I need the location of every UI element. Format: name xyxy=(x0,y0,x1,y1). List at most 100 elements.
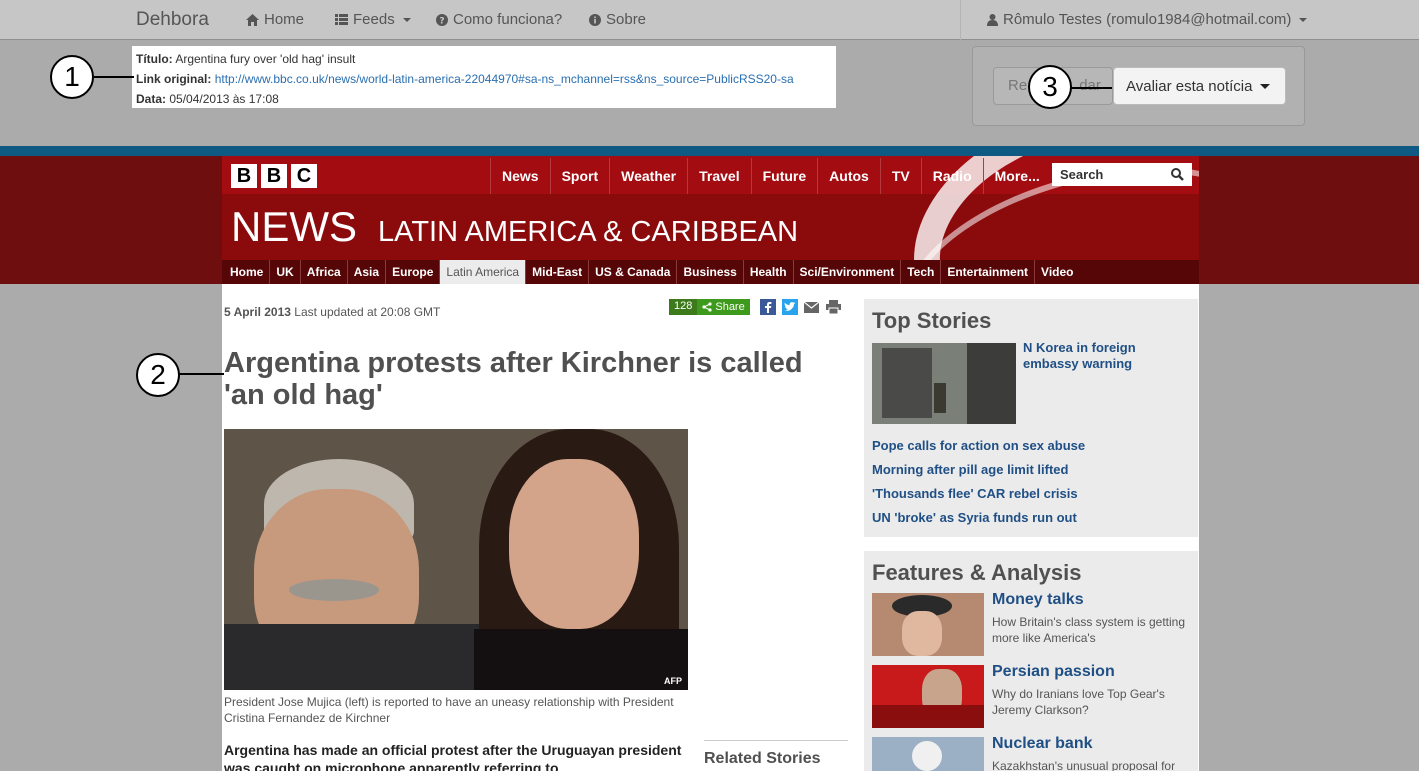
article-lead: Argentina has made an official protest a… xyxy=(224,742,682,771)
callout-1-line xyxy=(94,76,134,78)
section-health[interactable]: Health xyxy=(742,260,793,284)
chevron-down-icon xyxy=(1299,17,1308,22)
feature-title-link[interactable]: Persian passion xyxy=(992,663,1115,681)
user-name: Rômulo Testes (romulo1984@hotmail.com) xyxy=(1003,11,1292,28)
read-button-label-tail: dar xyxy=(1079,77,1101,94)
feature-title-link[interactable]: Nuclear bank xyxy=(992,735,1092,753)
rate-button-label: Avaliar esta notícia xyxy=(1126,77,1253,95)
section-us-canada[interactable]: US & Canada xyxy=(588,260,676,284)
callout-3: 3 xyxy=(1028,65,1072,109)
bbc-nav-weather[interactable]: Weather xyxy=(609,158,687,194)
nav-about[interactable]: Sobre xyxy=(589,11,646,28)
article-updated: Last updated at 20:08 GMT xyxy=(294,305,441,319)
feature-thumbnail[interactable] xyxy=(872,665,984,728)
twitter-icon[interactable] xyxy=(781,299,798,315)
nav-about-label: Sobre xyxy=(606,11,647,28)
top-story-link[interactable]: Pope calls for action on sex abuse xyxy=(872,438,1085,453)
share-icon xyxy=(702,302,712,312)
app-brand[interactable]: Dehbora xyxy=(136,9,209,31)
nav-home[interactable]: Home xyxy=(246,11,304,28)
top-stories-title: Top Stories xyxy=(872,308,992,333)
bbc-logo-letter: B xyxy=(261,164,287,188)
feature-description: How Britain's class system is getting mo… xyxy=(992,615,1186,645)
thumb-soldier xyxy=(934,383,946,413)
share-button[interactable]: Share xyxy=(697,299,750,315)
nav-how-it-works[interactable]: ? Como funciona? xyxy=(436,11,562,28)
user-icon xyxy=(987,13,998,26)
bbc-logo-letter: C xyxy=(291,164,317,188)
svg-text:?: ? xyxy=(439,16,444,26)
feature-thumbnail[interactable] xyxy=(872,593,984,656)
meta-date-row: Data: 05/04/2013 às 17:08 xyxy=(136,89,832,109)
bbc-nav-news[interactable]: News xyxy=(490,158,550,194)
chevron-down-icon xyxy=(402,17,411,22)
photo-credit: AFP xyxy=(664,676,682,686)
nav-how-label: Como funciona? xyxy=(453,11,563,28)
meta-date-value: 05/04/2013 às 17:08 xyxy=(169,92,279,106)
feature-thumbnail[interactable] xyxy=(872,737,984,771)
section-latin-america[interactable]: Latin America xyxy=(439,260,526,284)
bbc-nav-more[interactable]: More... xyxy=(982,158,1051,194)
feature-title-link[interactable]: Money talks xyxy=(992,591,1084,609)
nav-feeds[interactable]: Feeds xyxy=(335,11,411,28)
section-entertainment[interactable]: Entertainment xyxy=(940,260,1034,284)
search-icon[interactable] xyxy=(1171,168,1184,181)
top-story-link[interactable]: 'Thousands flee' CAR rebel crisis xyxy=(872,486,1078,501)
article-metadata: Título: Argentina fury over 'old hag' in… xyxy=(132,46,836,108)
app-navbar: Dehbora Home Feeds ? Como funciona? Sobr… xyxy=(0,0,1419,40)
meta-link-row: Link original: http://www.bbc.co.uk/news… xyxy=(136,69,832,89)
rating-panel: Re dar Avaliar esta notícia xyxy=(972,46,1305,126)
section-mid-east[interactable]: Mid-East xyxy=(525,260,588,284)
bbc-nav-future[interactable]: Future xyxy=(750,158,818,194)
section-video[interactable]: Video xyxy=(1034,260,1079,284)
thumb-tree xyxy=(882,348,932,418)
top-story-lead-link[interactable]: N Korea in foreign embassy warning xyxy=(1023,340,1183,372)
top-story-link[interactable]: Morning after pill age limit lifted xyxy=(872,462,1068,477)
navbar-divider xyxy=(960,0,961,40)
bbc-nav-radio[interactable]: Radio xyxy=(920,158,983,194)
section-home[interactable]: Home xyxy=(224,260,269,284)
article-photo: AFP xyxy=(224,429,688,690)
info-icon xyxy=(589,13,601,26)
callout-1: 1 xyxy=(50,55,94,99)
share-widget[interactable]: 128 Share xyxy=(669,299,750,315)
callout-3-line xyxy=(1070,87,1112,89)
meta-title-label: Título: xyxy=(136,52,173,66)
top-story-thumbnail[interactable] xyxy=(872,343,1016,424)
section-sci-environment[interactable]: Sci/Environment xyxy=(792,260,901,284)
home-icon xyxy=(246,13,259,26)
section-tech[interactable]: Tech xyxy=(900,260,940,284)
nav-feeds-label: Feeds xyxy=(353,11,395,28)
original-link[interactable]: http://www.bbc.co.uk/news/world-latin-am… xyxy=(215,72,794,86)
meta-link-label: Link original: xyxy=(136,72,212,86)
bbc-logo[interactable]: B B C xyxy=(231,164,317,188)
rate-news-button[interactable]: Avaliar esta notícia xyxy=(1113,67,1286,105)
chevron-down-icon xyxy=(1260,83,1271,89)
share-tools: 128 Share xyxy=(669,299,842,315)
section-europe[interactable]: Europe xyxy=(385,260,439,284)
thumb-helmet xyxy=(912,741,942,771)
news-wordmark[interactable]: NEWS xyxy=(231,203,357,251)
top-stories-box: Top Stories xyxy=(864,299,1198,537)
bbc-nav-sport[interactable]: Sport xyxy=(549,158,610,194)
section-business[interactable]: Business xyxy=(676,260,742,284)
bbc-nav-autos[interactable]: Autos xyxy=(817,158,880,194)
related-stories-title: Related Stories xyxy=(704,750,821,767)
section-africa[interactable]: Africa xyxy=(299,260,347,284)
top-story-link[interactable]: UN 'broke' as Syria funds run out xyxy=(872,510,1077,525)
section-uk[interactable]: UK xyxy=(269,260,299,284)
feature-description: Kazakhstan's unusual proposal for xyxy=(992,759,1176,771)
features-title: Features & Analysis xyxy=(872,560,1082,585)
print-icon[interactable] xyxy=(826,299,842,315)
bbc-nav-tv[interactable]: TV xyxy=(879,158,921,194)
email-icon[interactable] xyxy=(804,299,820,315)
bbc-nav-travel[interactable]: Travel xyxy=(687,158,750,194)
region-title: LATIN AMERICA & CARIBBEAN xyxy=(378,216,799,248)
facebook-icon[interactable] xyxy=(759,299,776,315)
section-asia[interactable]: Asia xyxy=(346,260,385,284)
related-divider xyxy=(704,740,848,741)
share-label: Share xyxy=(715,301,745,313)
user-menu[interactable]: Rômulo Testes (romulo1984@hotmail.com) xyxy=(987,11,1308,28)
bbc-search-input[interactable]: Search xyxy=(1052,163,1192,186)
photo-caption: President Jose Mujica (left) is reported… xyxy=(224,695,674,725)
